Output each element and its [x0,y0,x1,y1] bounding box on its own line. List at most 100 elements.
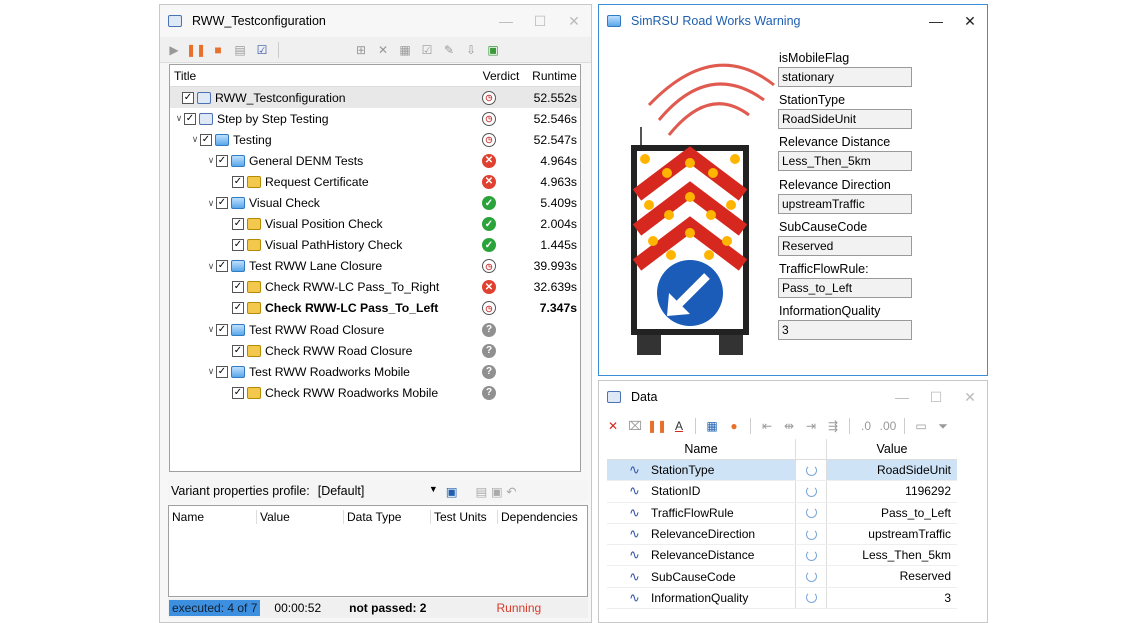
data-col-status[interactable] [795,439,827,459]
pause-icon[interactable]: ❚❚ [647,418,667,434]
report-icon[interactable]: ▦ [397,42,413,58]
step-icon[interactable]: ▤ [232,42,248,58]
data-row[interactable]: ∿ RelevanceDistance Less_Then_5km [607,545,957,567]
var-col-datatype[interactable]: Data Type [344,510,431,524]
column-title[interactable]: Title [170,69,473,83]
var-col-dependencies[interactable]: Dependencies [498,510,587,524]
row-checkbox[interactable]: ✓ [232,175,244,188]
data-row[interactable]: ∿ RelevanceDirection upstreamTraffic [607,523,957,546]
row-checkbox[interactable]: ✓ [232,218,244,231]
hex-icon[interactable]: .00 [880,418,897,434]
minimize-button[interactable]: — [489,13,523,30]
export-icon[interactable]: ▣ [485,42,501,58]
delete-icon[interactable]: ✕ [605,418,621,434]
close-button[interactable]: ✕ [953,389,987,406]
save-icon[interactable]: ▣ [446,484,458,499]
decimal-icon[interactable]: .0 [858,418,874,434]
record-icon[interactable]: ● [726,418,742,434]
field-value[interactable]: stationary [778,67,912,87]
minimize-button[interactable]: — [885,389,919,406]
maximize-button[interactable]: ☐ [919,389,953,406]
minimize-button[interactable]: — [919,13,953,30]
expand-chevron-icon[interactable]: ∨ [206,155,216,166]
align-right-icon[interactable]: ⇥ [803,418,819,434]
data-row[interactable]: ∿ SubCauseCode Reserved [607,566,957,588]
tree-row[interactable]: ✓ Check RWW Road Closure? [170,340,580,361]
tree-row[interactable]: ✓ Check RWW-LC Pass_To_Left ◷ 7.347s [170,298,580,319]
align-justify-icon[interactable]: ⇶ [825,418,841,434]
tree-row[interactable]: ∨ ✓ Visual Check ✓ 5.409s [170,192,580,213]
verdict-icon[interactable]: ☑ [419,42,435,58]
column-runtime[interactable]: Runtime [529,69,580,83]
row-checkbox[interactable]: ✓ [216,365,228,378]
add-icon[interactable]: ⊞ [353,42,369,58]
row-checkbox[interactable]: ✓ [184,112,196,125]
stop-icon[interactable]: ■ [210,42,226,58]
expand-chevron-icon[interactable]: ∨ [206,198,216,209]
tree-row[interactable]: ✓ Visual Position Check ✓ 2.004s [170,214,580,235]
maximize-button[interactable]: ☐ [523,13,557,30]
field-value[interactable]: Pass_to_Left [778,278,912,298]
row-checkbox[interactable]: ✓ [216,154,228,167]
edit-icon[interactable]: ✎ [441,42,457,58]
row-checkbox[interactable]: ✓ [182,91,194,104]
expand-chevron-icon[interactable]: ∨ [206,324,216,335]
clear-icon[interactable]: ⌧ [627,418,643,434]
delete-icon[interactable]: ✕ [375,42,391,58]
row-checkbox[interactable]: ✓ [232,239,244,252]
row-checkbox[interactable]: ✓ [216,260,228,273]
import-icon[interactable]: ⇩ [463,42,479,58]
tree-row[interactable]: ✓ RWW_Testconfiguration ◷ 52.552s [170,87,580,109]
pause-icon[interactable]: ❚❚ [186,42,206,58]
data-row[interactable]: ∿ StationType RoadSideUnit [607,460,957,482]
tree-row[interactable]: ∨ ✓ Testing ◷ 52.547s [170,129,580,150]
expand-chevron-icon[interactable]: ∨ [206,366,216,377]
field-value[interactable]: Reserved [778,235,912,256]
data-col-name[interactable]: Name [607,442,795,456]
text-format-icon[interactable]: A [671,418,687,434]
tree-row[interactable]: ✓ Request Certificate ✕ 4.963s [170,171,580,192]
variant-select[interactable]: [Default] ▼ [318,484,438,498]
tree-row[interactable]: ✓ Check RWW Roadworks Mobile? [170,382,580,403]
columns-icon[interactable]: ▭ [913,418,929,434]
expand-chevron-icon[interactable]: ∨ [174,113,184,124]
row-checkbox[interactable]: ✓ [232,344,244,357]
tree-row[interactable]: ∨ ✓ Test RWW Roadworks Mobile? [170,361,580,382]
tree-row[interactable]: ✓ Visual PathHistory Check ✓ 1.445s [170,235,580,256]
data-row[interactable]: ∿ InformationQuality 3 [607,587,957,610]
close-button[interactable]: ✕ [953,13,987,30]
align-left-icon[interactable]: ⇤ [759,418,775,434]
tree-row[interactable]: ∨ ✓ Test RWW Lane Closure ◷ 39.993s [170,256,580,277]
var-col-name[interactable]: Name [169,510,257,524]
field-value[interactable]: RoadSideUnit [778,109,912,130]
close-button[interactable]: ✕ [557,13,591,30]
row-checkbox[interactable]: ✓ [216,323,228,336]
row-checkbox[interactable]: ✓ [232,281,244,294]
row-checkbox[interactable]: ✓ [232,386,244,399]
tree-row[interactable]: ∨ ✓ General DENM Tests ✕ 4.964s [170,150,580,171]
variant-properties-table: Name Value Data Type Test Units Dependen… [168,505,588,597]
var-col-testunits[interactable]: Test Units [431,510,498,524]
layout-icon[interactable]: ▦ [704,418,720,434]
field-value[interactable]: Less_Then_5km [778,151,912,172]
expand-chevron-icon[interactable]: ∨ [190,134,200,145]
row-checkbox[interactable]: ✓ [232,302,244,315]
tree-row[interactable]: ∨ ✓ Step by Step Testing ◷ 52.546s [170,108,580,129]
expand-chevron-icon[interactable]: ∨ [206,261,216,272]
filter-icon[interactable]: ⏷ [935,418,951,434]
tree-row[interactable]: ∨ ✓ Test RWW Road Closure? [170,319,580,340]
config-icon[interactable]: ☑ [254,42,270,58]
row-checkbox[interactable]: ✓ [200,133,212,146]
copy-icon[interactable]: ▤ ▣ ↶ [476,484,517,499]
var-col-value[interactable]: Value [257,510,344,524]
data-col-value[interactable]: Value [827,442,957,456]
field-value[interactable]: upstreamTraffic [778,193,912,214]
align-center-icon[interactable]: ⇹ [781,418,797,434]
field-value[interactable]: 3 [778,320,912,341]
row-checkbox[interactable]: ✓ [216,197,228,210]
data-row[interactable]: ∿ TrafficFlowRule Pass_to_Left [607,502,957,524]
play-icon[interactable]: ▶ [166,42,182,58]
tree-row[interactable]: ✓ Check RWW-LC Pass_To_Right ✕ 32.639s [170,277,580,298]
data-row[interactable]: ∿ StationID 1196292 [607,481,957,503]
column-verdict[interactable]: Verdict [473,69,529,83]
